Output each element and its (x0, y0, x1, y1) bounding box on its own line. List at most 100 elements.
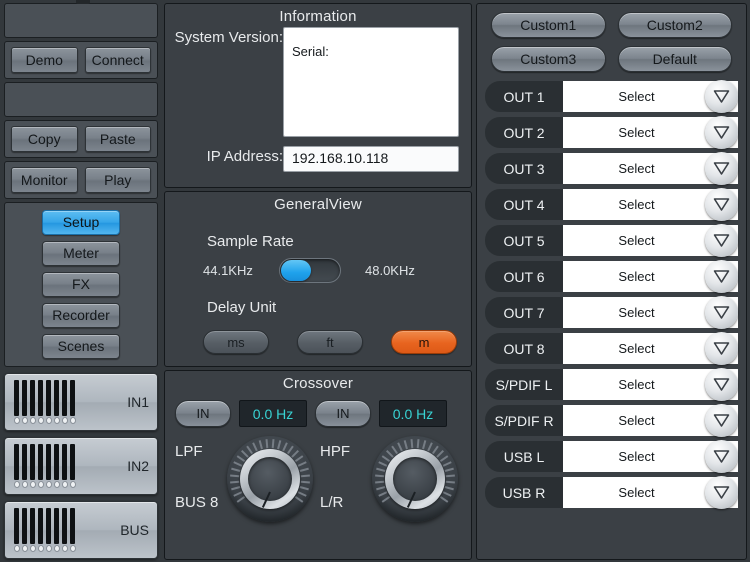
chevron-down-icon[interactable] (705, 260, 738, 293)
sample-rate-left-label: 44.1KHz (203, 263, 269, 278)
output-name-label: USB L (485, 441, 563, 472)
crossover-left-labels: LPF BUS 8 (175, 433, 227, 525)
sample-rate-right-label: 48.0KHz (351, 263, 415, 278)
crossover-knobs-row: LPF BUS 8 HPF L/R (165, 427, 471, 525)
sidebar: Demo Connect Copy Paste Monitor Play Set… (0, 0, 162, 562)
output-name-label: OUT 3 (485, 153, 563, 184)
output-name-label: OUT 7 (485, 297, 563, 328)
delay-unit-ms-button[interactable]: ms (203, 330, 269, 354)
delay-unit-row: ms ft m (165, 316, 471, 354)
crossover-title: Crossover (165, 371, 471, 394)
sidebar-group-connection: Demo Connect (4, 41, 158, 79)
output-name-label: OUT 4 (485, 189, 563, 220)
crossover-right-knob[interactable] (372, 436, 458, 522)
sidebar-item-meter[interactable]: Meter (42, 241, 120, 266)
meter-label: IN2 (121, 458, 149, 474)
ip-address-label: IP Address: (171, 146, 283, 165)
ip-address-input[interactable]: 192.168.10.118 (283, 146, 459, 172)
toggle-knob (281, 260, 311, 281)
sidebar-group-transport: Monitor Play (4, 161, 158, 199)
chevron-down-icon[interactable] (705, 188, 738, 221)
output-routing-list: OUT 1SelectOUT 2SelectOUT 3SelectOUT 4Se… (485, 81, 738, 508)
output-row: OUT 5Select (485, 225, 738, 256)
output-row: OUT 2Select (485, 117, 738, 148)
system-version-row: System Version: Serial: (165, 27, 471, 137)
delay-unit-label: Delay Unit (165, 283, 471, 316)
preset-custom2-button[interactable]: Custom2 (618, 12, 733, 38)
crossover-left-frequency[interactable]: 0.0 Hz (239, 400, 307, 427)
meter-bars (14, 380, 121, 424)
sidebar-group-status (4, 3, 158, 38)
general-view-panel: GeneralView Sample Rate 44.1KHz 48.0KHz … (164, 191, 472, 367)
sidebar-group-clipboard: Copy Paste (4, 120, 158, 158)
output-row: S/PDIF LSelect (485, 369, 738, 400)
meter-strip-in1[interactable]: IN1 (4, 373, 158, 431)
app-root: Demo Connect Copy Paste Monitor Play Set… (0, 0, 750, 562)
delay-unit-ft-button[interactable]: ft (297, 330, 363, 354)
crossover-right-in-button[interactable]: IN (315, 400, 371, 427)
output-name-label: S/PDIF L (485, 369, 563, 400)
meter-strip-bus[interactable]: BUS (4, 501, 158, 559)
delay-unit-m-button[interactable]: m (391, 330, 457, 354)
output-name-label: OUT 6 (485, 261, 563, 292)
output-name-label: OUT 5 (485, 225, 563, 256)
chevron-down-icon[interactable] (705, 332, 738, 365)
center-column: Information System Version: Serial: IP A… (162, 0, 474, 562)
chevron-down-icon[interactable] (705, 224, 738, 257)
output-name-label: OUT 1 (485, 81, 563, 112)
preset-default-button[interactable]: Default (618, 46, 733, 72)
sidebar-item-setup[interactable]: Setup (42, 210, 120, 235)
chevron-down-icon[interactable] (705, 404, 738, 437)
chevron-down-icon[interactable] (705, 440, 738, 473)
output-name-label: OUT 2 (485, 117, 563, 148)
output-row: OUT 8Select (485, 333, 738, 364)
play-button[interactable]: Play (85, 167, 152, 193)
chevron-down-icon[interactable] (705, 116, 738, 149)
demo-button[interactable]: Demo (11, 47, 78, 73)
knob-cap (240, 449, 300, 509)
crossover-left-knob[interactable] (227, 436, 313, 522)
crossover-right-frequency[interactable]: 0.0 Hz (379, 400, 447, 427)
sidebar-item-scenes[interactable]: Scenes (42, 334, 120, 359)
crossover-left-in-button[interactable]: IN (175, 400, 231, 427)
output-row: USB RSelect (485, 477, 738, 508)
meter-label: IN1 (121, 394, 149, 410)
crossover-right-labels: HPF L/R (320, 433, 372, 525)
paste-button[interactable]: Paste (85, 126, 152, 152)
copy-button[interactable]: Copy (11, 126, 78, 152)
meter-bars (14, 508, 114, 552)
meter-strip-in2[interactable]: IN2 (4, 437, 158, 495)
output-name-label: OUT 8 (485, 333, 563, 364)
output-row: USB LSelect (485, 441, 738, 472)
chevron-down-icon[interactable] (705, 80, 738, 113)
crossover-right-filter-label: HPF (320, 443, 372, 460)
chevron-down-icon[interactable] (705, 476, 738, 509)
sidebar-group-nav: Setup Meter FX Recorder Scenes (4, 202, 158, 367)
output-row: OUT 7Select (485, 297, 738, 328)
information-panel: Information System Version: Serial: IP A… (164, 3, 472, 188)
sidebar-item-fx[interactable]: FX (42, 272, 120, 297)
output-row: OUT 3Select (485, 153, 738, 184)
ip-address-row: IP Address: 192.168.10.118 (165, 146, 471, 172)
preset-row-2: Custom3 Default (485, 44, 738, 72)
preset-custom1-button[interactable]: Custom1 (491, 12, 606, 38)
crossover-right-group: HPF L/R (320, 433, 465, 525)
right-column: Custom1 Custom2 Custom3 Default OUT 1Sel… (474, 0, 750, 562)
sidebar-item-recorder[interactable]: Recorder (42, 303, 120, 328)
knob-cap (385, 449, 445, 509)
preset-custom3-button[interactable]: Custom3 (491, 46, 606, 72)
output-name-label: S/PDIF R (485, 405, 563, 436)
connect-button[interactable]: Connect (85, 47, 152, 73)
sample-rate-label: Sample Rate (165, 215, 471, 250)
chevron-down-icon[interactable] (705, 152, 738, 185)
monitor-button[interactable]: Monitor (11, 167, 78, 193)
chevron-down-icon[interactable] (705, 368, 738, 401)
meter-strip-list: IN1 IN2 BUS (4, 370, 158, 559)
sample-rate-toggle[interactable] (279, 258, 341, 283)
serial-field[interactable]: Serial: (283, 27, 459, 137)
device-notch (76, 0, 90, 4)
meter-label: BUS (114, 522, 149, 538)
sample-rate-row: 44.1KHz 48.0KHz (165, 250, 471, 283)
chevron-down-icon[interactable] (705, 296, 738, 329)
crossover-left-filter-label: LPF (175, 443, 227, 460)
